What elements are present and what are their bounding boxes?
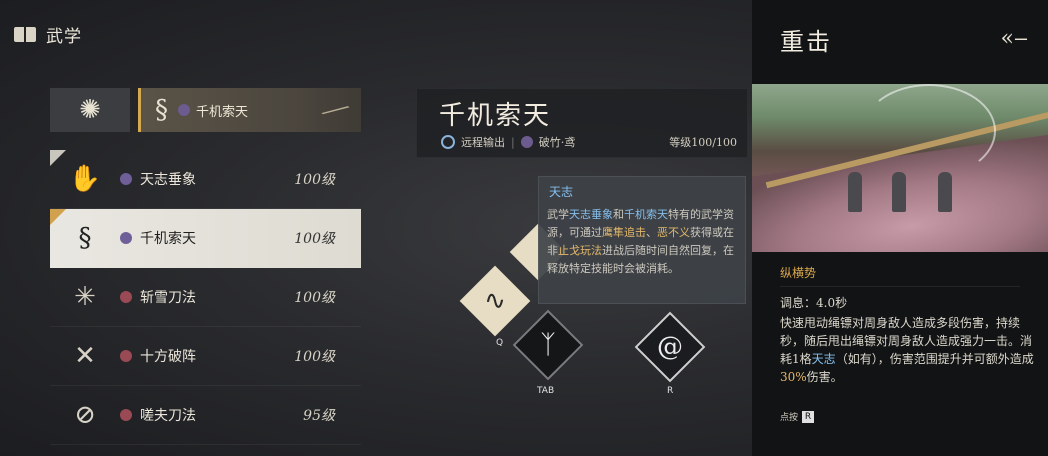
cooldown-text: 调息：4.0秒 xyxy=(780,296,848,310)
rope-dart-icon: § xyxy=(78,223,92,253)
collapse-back-icon[interactable]: «‒ xyxy=(1001,26,1028,51)
martial-art-slot-icon[interactable]: ✺ xyxy=(50,88,130,132)
skill-name: 天志垂象 xyxy=(140,172,196,188)
key-badge: R xyxy=(802,410,815,423)
skill-diamond-tab[interactable]: ᛉ xyxy=(512,309,584,381)
school-badge xyxy=(520,136,533,148)
tooltip-highlight: 止戈玩法 xyxy=(558,244,602,257)
checked-corner xyxy=(50,209,66,225)
rope-dart-icon: § xyxy=(155,95,168,125)
school-badge xyxy=(120,173,132,185)
scene-arc xyxy=(862,84,996,178)
skill-level: 95级 xyxy=(303,408,335,424)
skill-description: 快速甩动绳镖对周身敌人造成多段伤害，持续秒，随后甩出绳镖对周身敌人造成强力一击。… xyxy=(780,314,1034,386)
skill-detail-title: 重击 xyxy=(780,28,832,56)
spiral-icon: @ xyxy=(657,332,683,362)
input-hint: 点按 R xyxy=(780,410,815,423)
skill-diamond-r[interactable]: @ xyxy=(634,311,706,383)
skill-subtitle: 纵横势 xyxy=(780,266,817,280)
equipped-skill-slot[interactable]: § 千机索天 ⟋ xyxy=(138,88,361,132)
school-badge xyxy=(120,409,132,421)
tooltip-highlight: 鹰隼追击 xyxy=(602,226,646,239)
tooltip-highlight: 恶不义 xyxy=(657,226,690,239)
book-icon xyxy=(14,26,36,43)
skill-name: 千机索天 xyxy=(140,231,196,247)
divider xyxy=(780,286,1020,287)
page-title: 武学 xyxy=(46,27,82,47)
palm-icon: ✋ xyxy=(68,164,102,194)
list-item[interactable]: ✋ 天志垂象 100级 xyxy=(50,150,361,209)
fist-icon: ✺ xyxy=(79,95,101,125)
skill-name: 斩雪刀法 xyxy=(140,290,196,306)
skill-name: 嗟夫刀法 xyxy=(140,408,196,424)
scene-figure xyxy=(892,172,906,212)
hint-text: 点按 xyxy=(780,413,799,423)
skill-preview-image xyxy=(752,84,1048,252)
school-badge xyxy=(120,291,132,303)
tooltip-text: 和 xyxy=(613,208,624,221)
martial-arts-list: ✋ 天志垂象 100级 § 千机索天 100级 ✳ 斩雪刀法 100级 ✕ 十方… xyxy=(50,150,361,445)
snow-blade-icon: ✳ xyxy=(74,282,96,312)
sabre-circle-icon: ⊘ xyxy=(74,400,96,430)
skill-level: 100级 xyxy=(294,231,335,247)
resource-tooltip: 天志 武学天志垂象和千机索天特有的武学资源，可通过鹰隼追击、恶不义获得或在非止戈… xyxy=(538,176,746,304)
key-label-tab: TAB xyxy=(537,386,555,396)
figure-stance-icon: ᛉ xyxy=(540,330,556,360)
desc-number: 1 xyxy=(792,352,800,366)
tooltip-title: 天志 xyxy=(549,185,574,199)
tooltip-highlight: 天志垂象 xyxy=(569,208,613,221)
key-label-q: Q xyxy=(496,338,504,348)
key-label-r: R xyxy=(667,386,674,396)
school-tag: 破竹·鸢 xyxy=(538,136,576,149)
scene-figure xyxy=(938,172,952,212)
skill-tags: 远程输出 | 破竹·鸢 xyxy=(441,134,575,150)
desc-text: 格 xyxy=(799,352,812,366)
skill-level: 100级 xyxy=(294,290,335,306)
tooltip-highlight: 千机索天 xyxy=(624,208,668,221)
skill-diamond-q[interactable]: ∿ xyxy=(459,265,531,337)
ranged-icon xyxy=(441,135,455,149)
list-item[interactable]: ✕ 十方破阵 100级 xyxy=(50,327,361,386)
skill-detail-panel: 重击 «‒ 纵横势 调息：4.0秒 快速甩动绳镖对周身敌人造成多段伤害，持续秒，… xyxy=(752,0,1048,456)
desc-text: 快速甩动绳镖对周身敌人造成多段伤害，持续 xyxy=(780,316,1021,330)
desc-percent: 30% xyxy=(780,370,807,384)
skill-level-readout: 等级100/100 xyxy=(669,136,737,149)
tooltip-body: 武学天志垂象和千机索天特有的武学资源，可通过鹰隼追击、恶不义获得或在非止戈玩法进… xyxy=(547,206,737,278)
whirl-strike-icon: ∿ xyxy=(484,286,506,316)
desc-text: （如有），伤害范围提升并可额外造成 xyxy=(835,352,1034,366)
school-badge xyxy=(178,104,190,116)
skill-level: 100级 xyxy=(294,349,335,365)
tooltip-text: 、 xyxy=(646,226,657,239)
skill-level: 100级 xyxy=(294,172,335,188)
page-header: 武学 xyxy=(14,22,82,47)
school-badge xyxy=(120,232,132,244)
skill-name: 十方破阵 xyxy=(140,349,196,365)
list-item[interactable]: ✳ 斩雪刀法 100级 xyxy=(50,268,361,327)
role-tag: 远程输出 xyxy=(461,136,505,149)
scene-figure xyxy=(848,172,862,212)
list-item[interactable]: ⊘ 嗟夫刀法 95级 xyxy=(50,386,361,445)
checked-corner xyxy=(50,150,66,166)
desc-text: 伤害。 xyxy=(806,370,843,384)
skill-title: 千机索天 xyxy=(439,101,552,131)
weapon-icon: ⟋ xyxy=(317,91,353,130)
equipped-skill-label: 千机索天 xyxy=(196,104,249,120)
desc-highlight: 天志 xyxy=(811,352,836,366)
separator: | xyxy=(511,135,515,149)
skill-info-card: 千机索天 远程输出 | 破竹·鸢 等级100/100 xyxy=(416,88,748,158)
school-badge xyxy=(120,350,132,362)
crossed-spears-icon: ✕ xyxy=(74,341,96,371)
tooltip-text: 武学 xyxy=(547,208,569,221)
list-item-selected[interactable]: § 千机索天 100级 xyxy=(50,209,361,268)
